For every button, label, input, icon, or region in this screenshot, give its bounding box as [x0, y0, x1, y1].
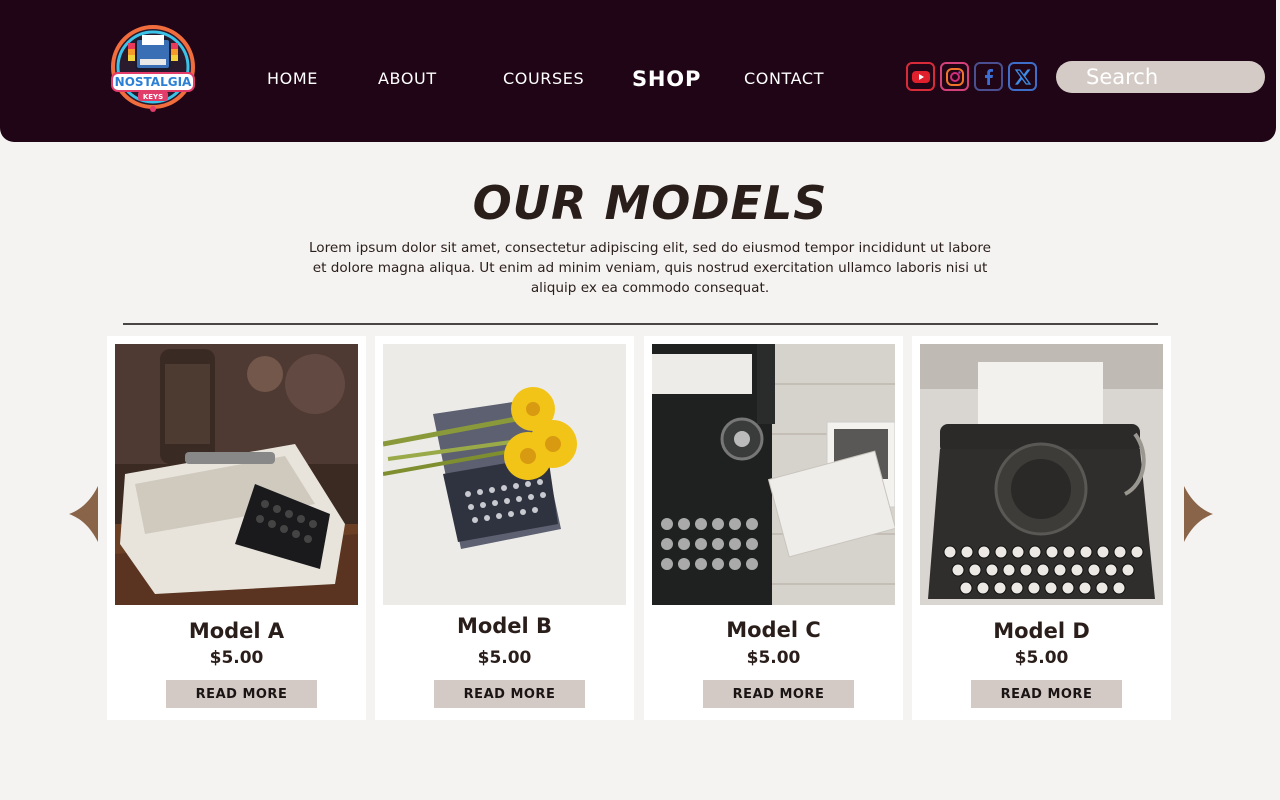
logo-subtext: KEYS [143, 93, 163, 101]
product-image-typewriter[interactable] [383, 344, 626, 605]
product-image-typewriter[interactable] [652, 344, 895, 605]
product-price: $5.00 [746, 648, 801, 668]
logo-text: NOSTALGIA [115, 75, 192, 89]
youtube-icon[interactable] [906, 62, 935, 91]
product-card[interactable]: Model B $5.00 READ MORE [375, 336, 634, 720]
product-name: Model A [188, 619, 285, 643]
instagram-icon[interactable] [940, 62, 969, 91]
product-price: $5.00 [209, 648, 264, 668]
site-header: NOSTALGIA KEYS HOME ABOUT COURSES SHOP C… [0, 0, 1276, 142]
section-description: Lorem ipsum dolor sit amet, consectetur … [308, 240, 992, 296]
read-more-button[interactable]: READ MORE [166, 680, 317, 708]
nav-about[interactable]: ABOUT [378, 69, 437, 88]
section-divider [123, 323, 1158, 325]
nostalgia-keys-logo[interactable]: NOSTALGIA KEYS [106, 25, 200, 115]
product-name: Model B [456, 614, 553, 638]
x-icon[interactable] [1008, 62, 1037, 91]
product-card[interactable]: Model C $5.00 READ MORE [644, 336, 903, 720]
product-price: $5.00 [477, 648, 532, 668]
product-name: Model D [993, 619, 1090, 643]
carousel-prev-arrow[interactable] [68, 486, 100, 546]
nav-home[interactable]: HOME [267, 69, 318, 88]
nav-shop[interactable]: SHOP [632, 67, 701, 91]
product-image-typewriter[interactable] [115, 344, 358, 605]
read-more-button[interactable]: READ MORE [434, 680, 585, 708]
product-price: $5.00 [1014, 648, 1069, 668]
search-input[interactable] [1056, 61, 1265, 93]
product-image-typewriter[interactable] [920, 344, 1163, 605]
carousel-next-arrow[interactable] [1182, 486, 1214, 546]
nav-contact[interactable]: CONTACT [744, 69, 824, 88]
read-more-button[interactable]: READ MORE [703, 680, 854, 708]
product-name: Model C [726, 618, 821, 642]
facebook-icon[interactable] [974, 62, 1003, 91]
nav-courses[interactable]: COURSES [503, 69, 584, 88]
read-more-button[interactable]: READ MORE [971, 680, 1122, 708]
section-title: OUR MODELS [472, 176, 828, 230]
product-card[interactable]: Model D $5.00 READ MORE [912, 336, 1171, 720]
product-card[interactable]: Model A $5.00 READ MORE [107, 336, 366, 720]
